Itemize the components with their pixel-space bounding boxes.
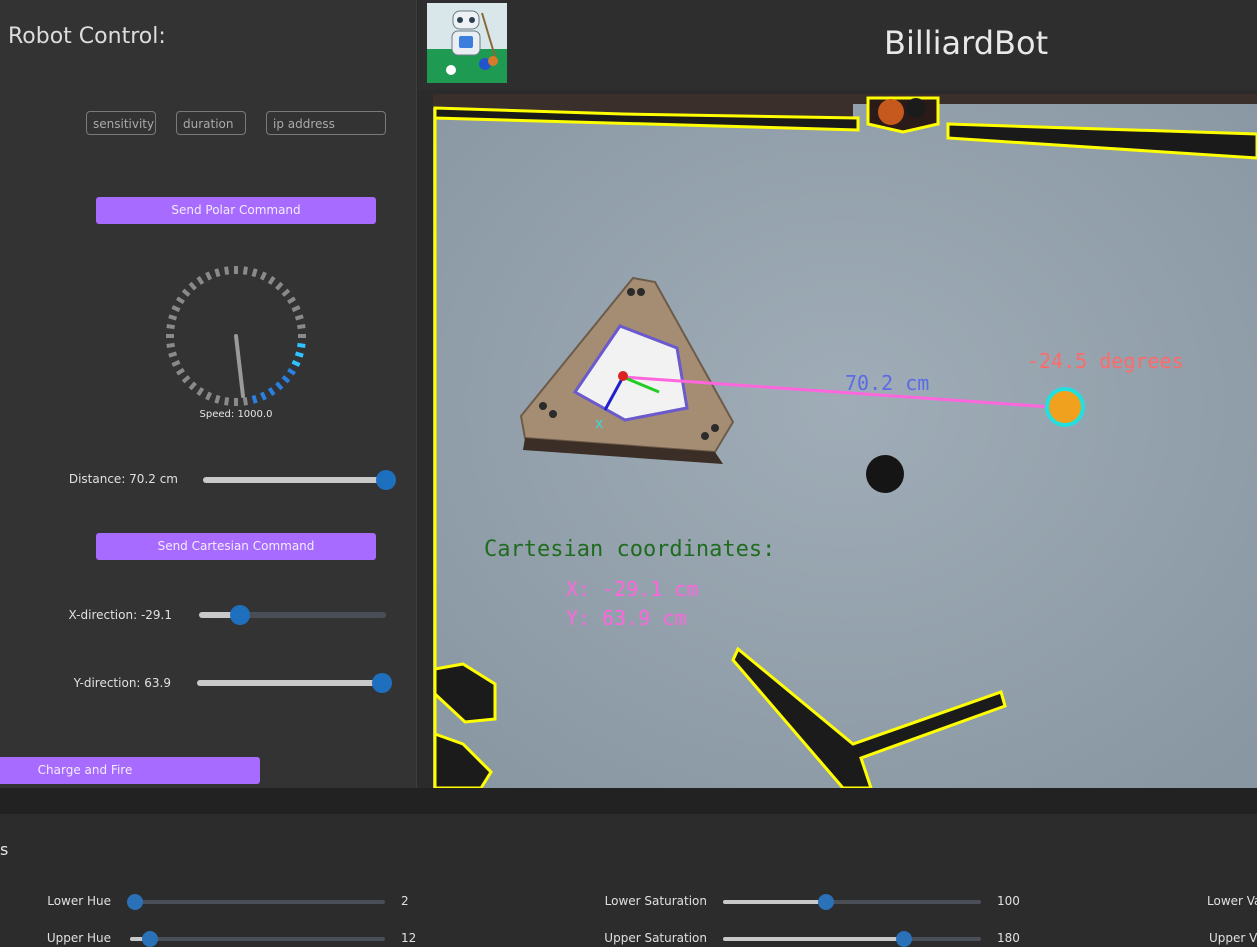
distance-overlay: 70.2 cm [845, 371, 929, 395]
speed-dial-tick [196, 276, 205, 285]
speed-dial-tick [181, 375, 191, 384]
camera-feed: x 70.2 cm -24.5 degrees Cartesian coordi… [433, 94, 1257, 788]
bottom-panel-title: s [0, 840, 9, 859]
speed-dial-tick [267, 276, 276, 285]
speed-dial-tick [242, 266, 248, 275]
speed-dial-tick [168, 314, 178, 321]
app-title: BilliardBot [884, 24, 1049, 62]
cartesian-title-overlay: Cartesian coordinates: [484, 537, 775, 562]
speed-dial-tick [291, 359, 301, 367]
target-ball [1045, 387, 1085, 427]
speed-dial-tick [205, 271, 213, 281]
speed-dial-tick [188, 281, 197, 291]
speed-dial-tick [281, 288, 291, 297]
speed-dial-tick [214, 394, 221, 404]
speed-dial-tick [242, 397, 248, 406]
y-overlay: Y: 63.9 cm [566, 606, 686, 630]
speed-dial-tick [267, 387, 276, 396]
speed-dial-needle [234, 334, 245, 398]
lower-hue-slider[interactable] [127, 894, 385, 910]
speed-dial-tick [181, 288, 191, 297]
send-cartesian-command-button[interactable]: Send Cartesian Command [96, 533, 376, 560]
upper-hue-slider[interactable] [130, 931, 385, 947]
speed-dial-tick [294, 351, 304, 358]
speed-dial-tick [224, 397, 230, 406]
y-direction-slider-handle[interactable] [372, 673, 393, 693]
lower-saturation-slider-handle[interactable] [818, 894, 835, 910]
speed-dial-tick [259, 391, 267, 401]
lower-value-label: Lower Va [1207, 894, 1257, 908]
upper-saturation-slider[interactable] [723, 931, 981, 947]
lower-saturation-slider[interactable] [723, 894, 981, 910]
speed-dial[interactable] [160, 260, 312, 410]
angle-overlay: -24.5 degrees [1027, 349, 1184, 373]
speed-dial-tick [275, 281, 284, 291]
speed-label: Speed: 1000.0 [199, 409, 273, 420]
speed-dial-tick [224, 266, 230, 275]
eight-ball [866, 455, 904, 493]
lower-hue-label: Lower Hue [47, 894, 111, 908]
speed-dial-tick [166, 324, 175, 330]
speed-dial-tick [168, 351, 178, 358]
speed-dial-tick [171, 305, 181, 313]
speed-dial-tick [297, 324, 306, 330]
duration-input[interactable]: duration [176, 111, 246, 135]
speed-dial-tick [259, 271, 267, 281]
svg-text:x: x [595, 416, 603, 432]
speed-dial-tick [171, 359, 181, 367]
panel-title: Robot Control: [8, 24, 166, 49]
charge-and-fire-label: Charge and Fire [37, 763, 133, 777]
ip-address-input[interactable]: ip address [266, 111, 386, 135]
speed-dial-tick [205, 391, 213, 401]
x-overlay: X: -29.1 cm [566, 577, 698, 601]
distance-slider[interactable] [203, 470, 396, 490]
robot-control-panel: Robot Control: sensitivity duration ip a… [0, 0, 417, 788]
speed-dial-tick [287, 296, 296, 305]
lower-hue-slider-handle[interactable] [127, 894, 144, 910]
speed-dial-tick [214, 268, 221, 278]
lower-saturation-value: 100 [997, 894, 1020, 908]
color-threshold-panel: s Lower Hue 2 Upper Hue 12 Lower Saturat… [0, 814, 1257, 947]
speed-dial-tick [281, 375, 291, 384]
speed-dial-tick [188, 381, 197, 391]
y-direction-label: Y-direction: 63.9 [73, 676, 171, 690]
upper-saturation-slider-handle[interactable] [895, 931, 912, 947]
lower-saturation-label: Lower Saturation [604, 894, 707, 908]
speed-dial-tick [297, 342, 306, 348]
speed-dial-tick [176, 367, 185, 376]
sensitivity-input[interactable]: sensitivity [86, 111, 156, 135]
app-header: BilliardBot [418, 0, 1257, 90]
speed-dial-tick [275, 381, 284, 391]
x-direction-label: X-direction: -29.1 [68, 608, 172, 622]
upper-hue-slider-handle[interactable] [142, 931, 159, 947]
lower-hue-value: 2 [401, 894, 409, 908]
distance-slider-handle[interactable] [376, 470, 396, 490]
x-direction-slider[interactable] [199, 605, 386, 625]
speed-dial-tick [294, 314, 304, 321]
send-polar-command-button[interactable]: Send Polar Command [96, 197, 376, 224]
distance-label: Distance: 70.2 cm [68, 472, 178, 486]
speed-dial-tick [251, 394, 258, 404]
y-direction-slider[interactable] [197, 673, 393, 693]
speed-dial-tick [176, 296, 185, 305]
x-direction-slider-handle[interactable] [230, 605, 251, 625]
speed-dial-tick [251, 268, 258, 278]
charge-and-fire-button[interactable]: Charge and Fire [0, 757, 260, 784]
speed-dial-tick [196, 387, 205, 396]
speed-dial-tick [166, 342, 175, 348]
robot-billiard-icon [427, 3, 507, 83]
speed-dial-tick [287, 367, 296, 376]
panel-separator [0, 788, 1257, 814]
speed-dial-tick [291, 305, 301, 313]
